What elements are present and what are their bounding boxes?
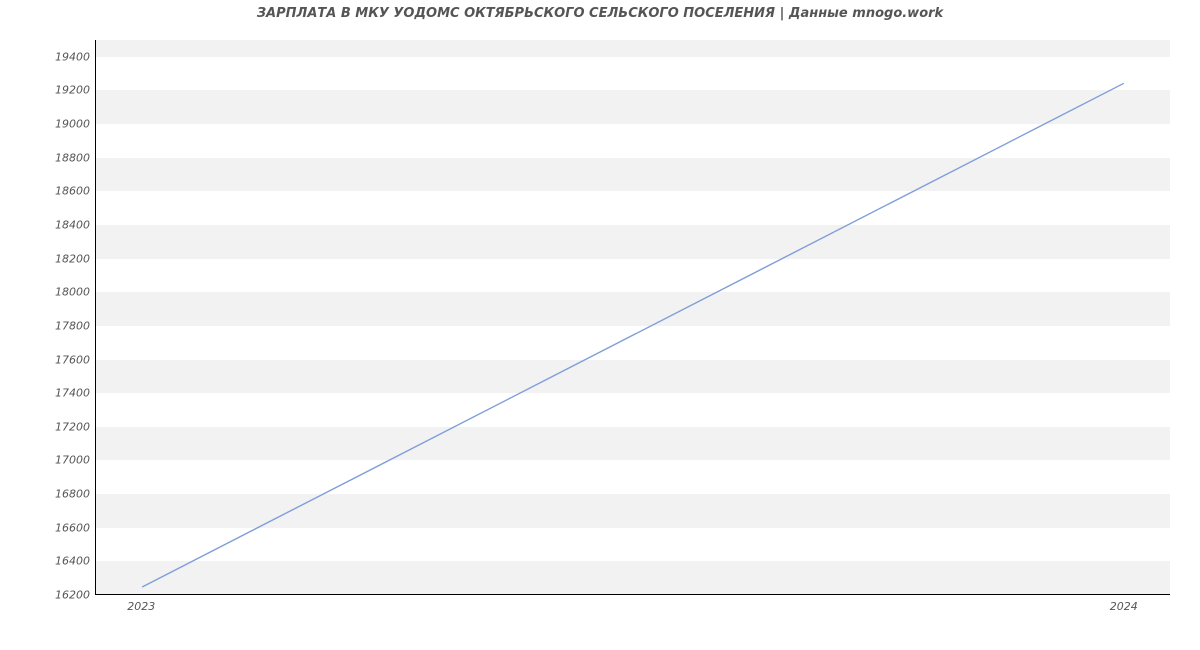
y-tick-label: 18200 [0,252,90,265]
y-tick-label: 18800 [0,151,90,164]
y-tick-label: 16400 [0,555,90,568]
x-tick-label: 2023 [127,600,155,613]
y-tick-label: 16200 [0,589,90,602]
y-tick-label: 17000 [0,454,90,467]
y-tick-label: 16600 [0,521,90,534]
y-tick-label: 19000 [0,118,90,131]
y-tick-label: 19200 [0,84,90,97]
y-tick-label: 18600 [0,185,90,198]
y-tick-label: 18400 [0,219,90,232]
y-tick-label: 17200 [0,420,90,433]
y-tick-label: 16800 [0,488,90,501]
series-line [142,83,1124,587]
chart-title: ЗАРПЛАТА В МКУ УОДОМС ОКТЯБРЬСКОГО СЕЛЬС… [0,6,1200,21]
y-tick-label: 17600 [0,353,90,366]
line-layer [96,40,1170,594]
x-tick-label: 2024 [1110,600,1138,613]
y-tick-label: 17400 [0,387,90,400]
chart-container: ЗАРПЛАТА В МКУ УОДОМС ОКТЯБРЬСКОГО СЕЛЬС… [0,0,1200,650]
y-tick-label: 18000 [0,286,90,299]
y-tick-label: 17800 [0,319,90,332]
y-tick-label: 19400 [0,50,90,63]
plot-area [95,40,1170,595]
